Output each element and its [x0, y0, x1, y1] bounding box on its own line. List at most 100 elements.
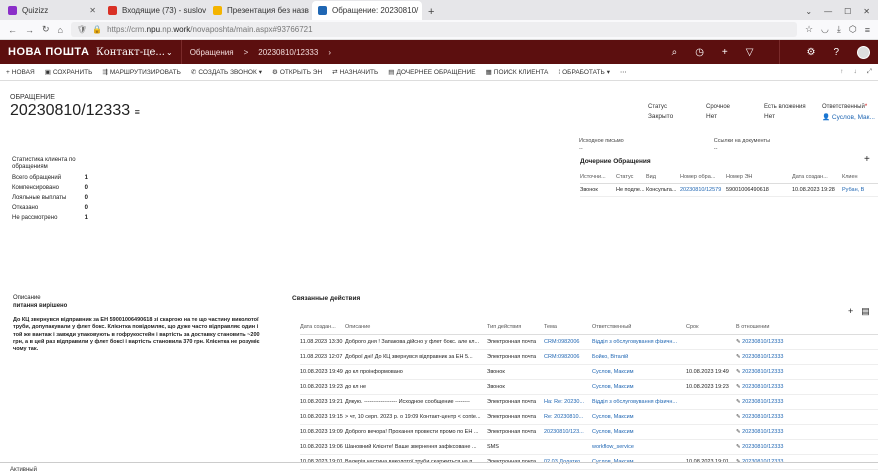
gear-icon[interactable]: ⚙	[806, 47, 815, 58]
form-selector-icon[interactable]: ≡	[135, 107, 140, 117]
header-field-status[interactable]: Статус Закрыто	[648, 104, 706, 121]
search-icon[interactable]: ⌕	[672, 47, 678, 58]
subject-link[interactable]: На: Re: 20230...	[544, 399, 592, 405]
header-field-attachments[interactable]: Есть вложения Нет	[764, 104, 822, 121]
regarding-link[interactable]: ✎ 20230810/12333	[736, 414, 826, 420]
subject-link[interactable]: Re: 20230810...	[544, 414, 592, 420]
document-links-field[interactable]: Ссылки на документы --	[714, 138, 770, 152]
search-client-button[interactable]: ▦ ПОИСК КЛИЕНТА	[486, 68, 549, 77]
column-header[interactable]: В отношении	[736, 324, 826, 330]
breadcrumb-entity[interactable]: Обращения	[190, 48, 234, 57]
column-header[interactable]: Тема	[544, 324, 592, 330]
expand-icon[interactable]: ⤢	[867, 68, 872, 76]
table-row[interactable]: 11.08.2023 13:30 Доброго дня ! Запакова д…	[300, 335, 878, 350]
owner-link[interactable]: workflow_service	[592, 444, 686, 450]
close-window-icon[interactable]: ✕	[863, 7, 870, 16]
browser-tab-crm[interactable]: Обращение: 20230810/ ✕	[312, 1, 422, 20]
column-header[interactable]: Статус	[616, 174, 646, 180]
table-row[interactable]: 10.08.2023 19:09 Доброго вечора! Прохання…	[300, 425, 878, 440]
owner-link[interactable]: Суслов, Максим	[592, 429, 686, 435]
regarding-link[interactable]: ✎ 20230810/12333	[736, 399, 826, 405]
header-field-urgent[interactable]: Срочное Нет	[706, 104, 764, 121]
subject-link[interactable]: CRM:0982006	[544, 354, 592, 360]
process-button[interactable]: ⁞ ОБРАБОТАТЬ ▾	[558, 68, 610, 77]
source-email-field[interactable]: Исходное письмо --	[579, 138, 624, 152]
app-area-selector[interactable]: Контакт-це...	[96, 47, 166, 58]
owner-link[interactable]: Суслов, Максим	[592, 369, 686, 375]
save-button[interactable]: ▣ СОХРАНИТЬ	[45, 68, 93, 77]
header-field-owner[interactable]: Ответственный* 👤 Суслов, Мак...	[822, 104, 878, 121]
subject-link[interactable]: CRM:0982006	[544, 339, 592, 345]
table-row[interactable]: Звонок Не подле... Консульта... 20230810…	[580, 184, 878, 197]
filter-icon[interactable]: ▽	[746, 47, 754, 58]
column-header[interactable]: Клиен	[842, 174, 878, 180]
minimize-icon[interactable]: —	[824, 7, 832, 16]
chevron-down-icon[interactable]: ⌄	[166, 48, 173, 57]
previous-record-icon[interactable]: ↑	[840, 68, 843, 76]
create-icon[interactable]: +	[722, 47, 728, 58]
client-link[interactable]: Рубан, В	[842, 187, 878, 193]
open-en-button[interactable]: ⚙ ОТКРЫТЬ ЭН	[272, 68, 322, 77]
child-case-button[interactable]: ▤ ДОЧЕРНЕЕ ОБРАЩЕНИЕ	[388, 68, 475, 77]
owner-link[interactable]: Суслов, Максим	[592, 414, 686, 420]
column-header[interactable]: Дата создан...	[792, 174, 842, 180]
description-text[interactable]: До КЦ звернувся відправник за ЕН 5900100…	[13, 317, 263, 353]
table-row[interactable]: 10.08.2023 19:06 Шановний Клієнте! Ваше з…	[300, 440, 878, 455]
regarding-link[interactable]: ✎ 20230810/12333	[736, 369, 826, 375]
column-header[interactable]: Дата создан...	[300, 324, 345, 330]
reload-icon[interactable]: ↻	[42, 24, 50, 35]
route-button[interactable]: ⇶ МАРШРУТИЗИРОВАТЬ	[102, 68, 181, 77]
table-row[interactable]: 11.08.2023 12:07 Доброї дні! До КЦ зверну…	[300, 350, 878, 365]
forward-icon[interactable]: →	[25, 25, 34, 35]
browser-tab-quizizz[interactable]: Quizizz ✕	[2, 1, 102, 20]
breadcrumb-record[interactable]: 20230810/12333	[258, 48, 318, 57]
create-call-button[interactable]: ✆ СОЗДАТЬ ЗВОНОК ▾	[191, 68, 262, 77]
help-icon[interactable]: ?	[833, 47, 839, 58]
bookmark-star-icon[interactable]: ☆	[805, 24, 813, 35]
owner-link[interactable]: Суслов, Максим	[592, 384, 686, 390]
browser-menu-icon[interactable]: ≡	[865, 25, 870, 35]
back-icon[interactable]: ←	[8, 25, 17, 35]
owner-link[interactable]: Відділ з обслуговування фізичн...	[592, 399, 686, 405]
owner-link[interactable]: Бойко, Віталій	[592, 354, 686, 360]
regarding-link[interactable]: ✎ 20230810/12333	[736, 384, 826, 390]
column-header[interactable]: Срок	[686, 324, 736, 330]
add-child-case-icon[interactable]: +	[864, 154, 870, 165]
column-header[interactable]: Тип действия	[487, 324, 544, 330]
new-tab-icon[interactable]: +	[422, 6, 440, 20]
description-subject[interactable]: питання вирішено	[13, 303, 263, 309]
tab-list-icon[interactable]: ⌄	[805, 7, 812, 16]
column-header[interactable]: Номер обра...	[680, 174, 726, 180]
avatar[interactable]	[857, 45, 870, 59]
column-header[interactable]: Номер ЭН	[726, 174, 792, 180]
table-row[interactable]: 10.08.2023 19:15 > чт, 10 серп. 2023 р. о…	[300, 410, 878, 425]
home-icon[interactable]: ⌂	[58, 25, 63, 35]
subject-link[interactable]: 20230810/123...	[544, 429, 592, 435]
regarding-link[interactable]: ✎ 20230810/12333	[736, 429, 826, 435]
owner-link[interactable]: Відділ з обслуговування фізичн...	[592, 339, 686, 345]
column-header[interactable]: Ответственный	[592, 324, 686, 330]
table-row[interactable]: 10.08.2023 19:23 до кл не Звонок Суслов, Ма…	[300, 380, 878, 395]
maximize-icon[interactable]: ☐	[844, 7, 851, 16]
table-row[interactable]: 10.08.2023 19:21 Дякую. -----------------…	[300, 395, 878, 410]
column-header[interactable]: Источни...	[580, 174, 616, 180]
browser-tab-gmail[interactable]: Входящие (73) - suslov ✕	[102, 1, 207, 20]
column-header[interactable]: Описание	[345, 324, 487, 330]
brand-logo[interactable]: НОВА ПОШТА	[8, 46, 96, 58]
next-record-icon[interactable]: ↓	[854, 68, 857, 76]
column-header[interactable]: Вид	[646, 174, 680, 180]
regarding-link[interactable]: ✎ 20230810/12333	[736, 354, 826, 360]
owner-link[interactable]: 👤 Суслов, Мак...	[822, 113, 878, 121]
case-number-link[interactable]: 20230810/12579	[680, 187, 726, 193]
grid-view-icon[interactable]: ▤	[861, 306, 870, 317]
download-icon[interactable]: ⤓	[837, 24, 841, 35]
extension-icon[interactable]: ⬡	[849, 24, 857, 35]
address-bar[interactable]: 🛡 🔒 https://crm.npu.np.work/novaposhta/m…	[70, 22, 797, 37]
browser-tab-slides[interactable]: Презентация без назв ✕	[207, 1, 312, 20]
new-button[interactable]: + НОВАЯ	[6, 69, 35, 76]
add-activity-icon[interactable]: +	[848, 306, 853, 317]
regarding-link[interactable]: ✎ 20230810/12333	[736, 444, 826, 450]
pocket-icon[interactable]: ◡	[821, 24, 829, 35]
history-icon[interactable]: ◷	[695, 47, 704, 58]
table-row[interactable]: 10.08.2023 19:49 до кл проінформовано Звон…	[300, 365, 878, 380]
